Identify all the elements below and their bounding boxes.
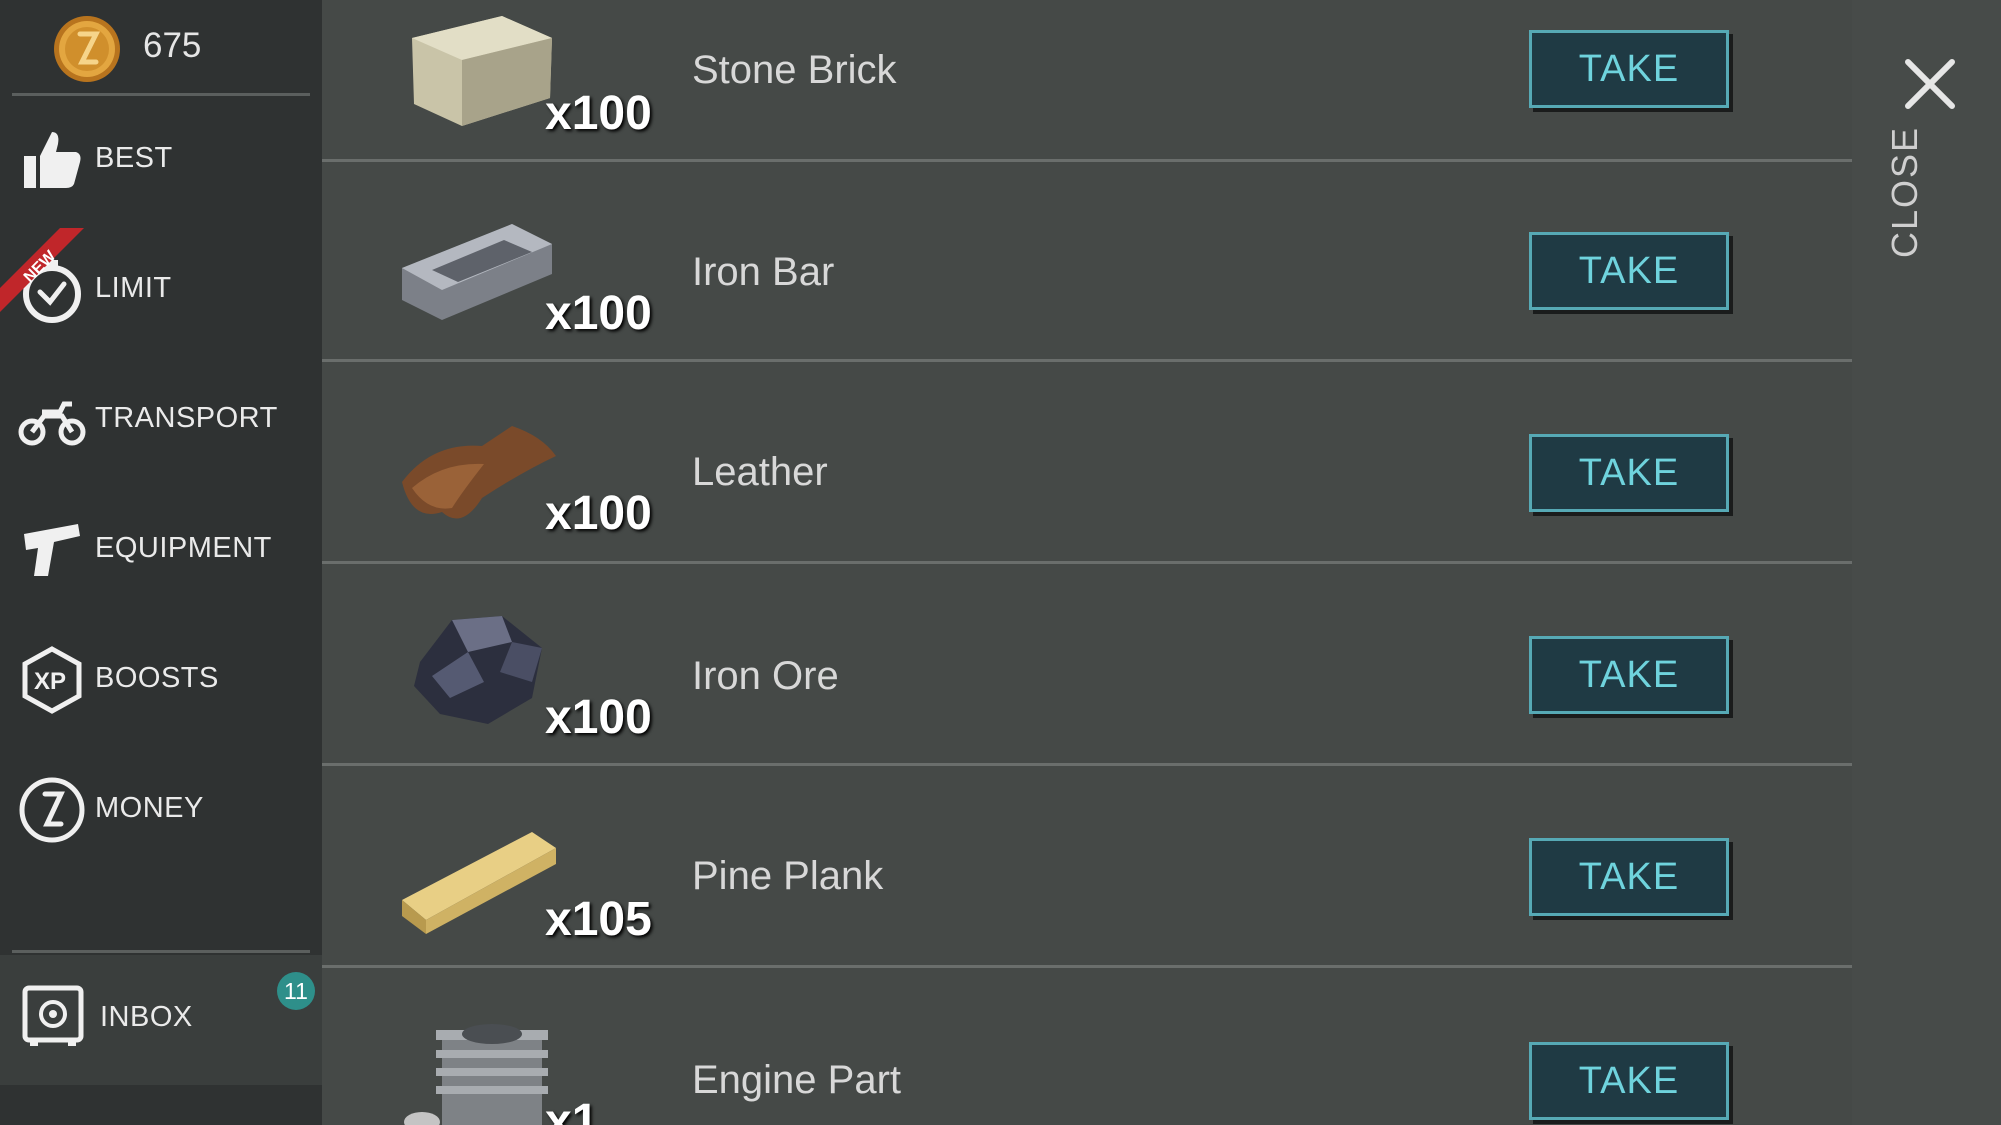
take-button[interactable]: TAKE [1529, 636, 1729, 714]
close-icon[interactable] [1902, 56, 1958, 112]
sidebar-item-equipment[interactable]: EQUIPMENT [0, 494, 322, 604]
item-quantity: x100 [545, 487, 652, 540]
sidebar-item-label: INBOX [100, 1001, 193, 1033]
new-badge: NEW [0, 228, 84, 312]
sidebar-item-label: TRANSPORT [95, 402, 278, 434]
pine-plank-icon [402, 832, 556, 934]
sidebar-item-label: MONEY [95, 792, 204, 824]
divider [12, 93, 310, 96]
item-name: Iron Bar [692, 250, 835, 294]
thumbs-up-icon [24, 132, 81, 188]
iron-ore-icon [414, 616, 542, 724]
coin-amount: 675 [143, 26, 202, 65]
iron-bar-icon [402, 224, 552, 320]
take-button[interactable]: TAKE [1529, 232, 1729, 310]
list-item: x100 Iron Ore TAKE [322, 566, 1852, 766]
take-button[interactable]: TAKE [1529, 838, 1729, 916]
sidebar-item-label: BOOSTS [95, 662, 219, 694]
list-item: x100 Iron Bar TAKE [322, 162, 1852, 362]
item-quantity: x100 [545, 691, 652, 744]
divider [322, 561, 1852, 564]
divider [322, 359, 1852, 362]
sidebar-item-transport[interactable]: TRANSPORT [0, 364, 322, 474]
sidebar-item-money[interactable]: MONEY [0, 754, 322, 864]
item-name: Leather [692, 450, 828, 494]
reward-list: x100 Stone Brick TAKE x100 Iron Bar TAKE… [322, 0, 1852, 1125]
take-button[interactable]: TAKE [1529, 1042, 1729, 1120]
item-quantity: x1 [545, 1095, 599, 1125]
list-item: x100 Stone Brick TAKE [322, 0, 1852, 162]
close-panel: CLOSE [1852, 0, 2001, 1125]
engine-part-icon [404, 1024, 548, 1125]
stone-brick-icon [412, 16, 552, 126]
divider [12, 950, 310, 953]
inbox-count-badge: 11 [277, 972, 315, 1010]
list-item: x100 Leather TAKE [322, 364, 1852, 564]
sidebar-item-label: LIMIT [95, 272, 172, 304]
item-quantity: x100 [545, 287, 652, 340]
item-quantity: x105 [545, 893, 652, 946]
list-item: x1 Engine Part TAKE [322, 970, 1852, 1125]
sidebar-item-label: EQUIPMENT [95, 532, 272, 564]
sidebar: 675 BEST LIMIT NEW TRANSPORT EQUIPMENT X… [0, 0, 322, 1125]
inbox-screen: 675 BEST LIMIT NEW TRANSPORT EQUIPMENT X… [0, 0, 2001, 1125]
item-name: Pine Plank [692, 854, 884, 898]
pistol-icon [24, 524, 80, 576]
sidebar-item-label: BEST [95, 142, 173, 174]
coin-balance: 675 [0, 0, 322, 96]
take-button[interactable]: TAKE [1529, 30, 1729, 108]
item-name: Engine Part [692, 1058, 902, 1102]
coin-icon [54, 16, 120, 82]
sidebar-item-best[interactable]: BEST [0, 104, 322, 214]
divider [322, 965, 1852, 968]
leather-icon [402, 426, 556, 519]
divider [322, 763, 1852, 766]
sidebar-item-boosts[interactable]: XP BOOSTS [0, 624, 322, 734]
close-button[interactable]: CLOSE [1884, 126, 1926, 258]
motorcycle-icon [18, 401, 86, 446]
list-item: x105 Pine Plank TAKE [322, 768, 1852, 968]
safe-icon [22, 985, 84, 1046]
sidebar-item-inbox[interactable]: INBOX 11 [0, 955, 322, 1085]
svg-text:XP: XP [34, 668, 66, 695]
xp-icon: XP [22, 646, 82, 714]
take-button[interactable]: TAKE [1529, 434, 1729, 512]
coin-outline-icon [19, 777, 85, 843]
item-name: Iron Ore [692, 654, 839, 698]
item-name: Stone Brick [692, 48, 897, 92]
item-quantity: x100 [545, 87, 652, 140]
